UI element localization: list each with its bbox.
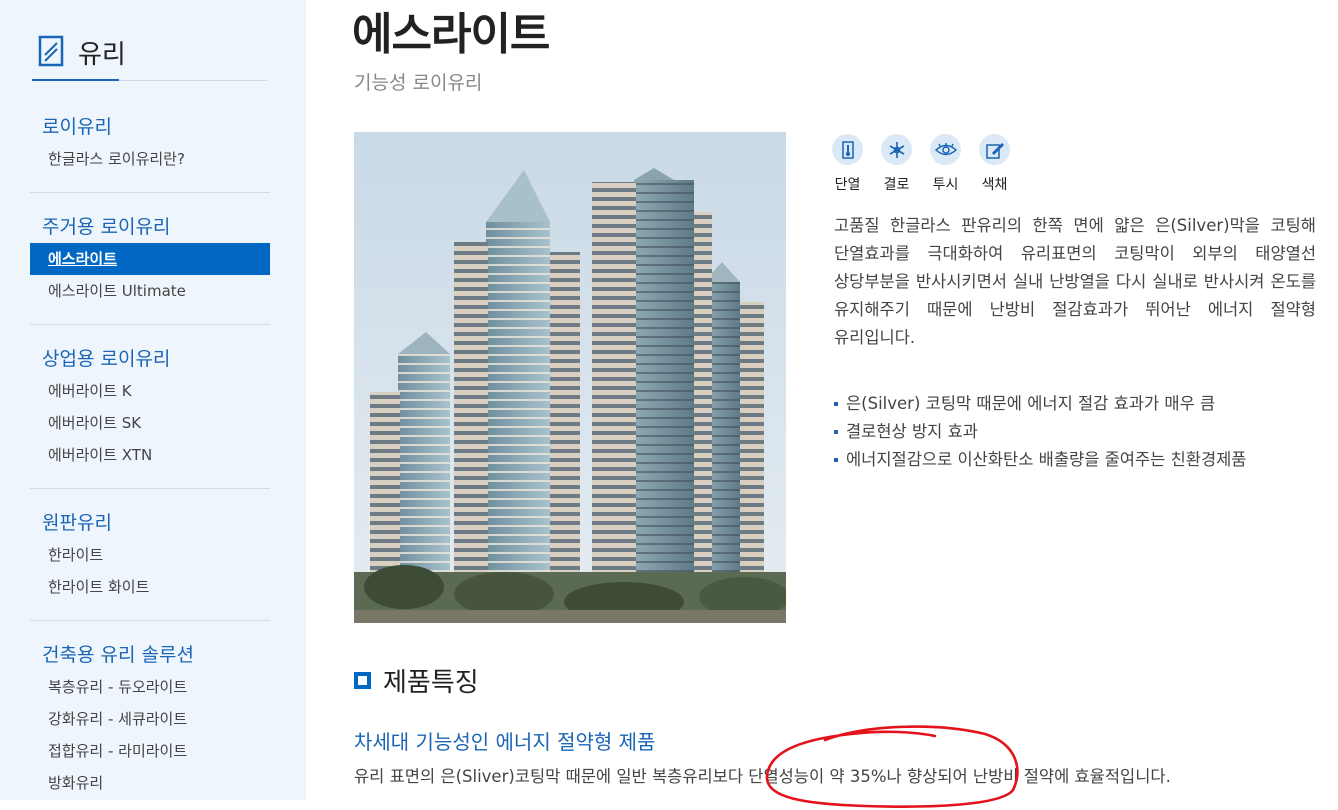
snowflake-icon xyxy=(881,134,912,165)
sidebar-section-solutions: 건축용 유리 솔루션 복층유리 - 듀오라이트 강화유리 - 세큐라이트 접합유… xyxy=(30,639,270,799)
page-title: 에스라이트 xyxy=(352,9,550,60)
sidebar-section-commercial: 상업용 로이유리 에버라이트 K 에버라이트 SK 에버라이트 XTN xyxy=(30,343,270,471)
feature-icons: 단열 결로 투시 색채 xyxy=(832,134,1010,194)
sidebar-category-commercial[interactable]: 상업용 로이유리 xyxy=(30,343,270,375)
glass-pane-icon xyxy=(38,35,64,67)
square-bullet-icon xyxy=(354,672,371,689)
sidebar-divider xyxy=(30,620,270,621)
feature-label: 결로 xyxy=(883,177,910,193)
page-subtitle: 기능성 로이유리 xyxy=(354,72,483,94)
features-heading: 제품특징 xyxy=(354,662,479,699)
product-description: 고품질 한글라스 판유리의 한쪽 면에 얇은 은(Silver)막을 코팅해 단… xyxy=(834,216,1316,347)
sidebar-title: 유리 xyxy=(78,40,126,70)
sidebar-item-eslite-ultimate[interactable]: 에스라이트 Ultimate xyxy=(30,275,270,307)
feature-color: 색채 xyxy=(979,134,1010,194)
sidebar-header: 유리 xyxy=(32,32,267,81)
product-photo xyxy=(354,132,786,623)
sidebar-divider xyxy=(30,324,270,325)
sidebar-header-underline xyxy=(32,79,119,81)
sidebar-item-hanlite-white[interactable]: 한라이트 화이트 xyxy=(30,571,270,603)
thermometer-icon xyxy=(832,134,863,165)
list-item: 결로현상 방지 효과 xyxy=(834,418,1246,446)
list-item: 은(Silver) 코팅막 때문에 에너지 절감 효과가 매우 큼 xyxy=(834,390,1246,418)
features-subheading: 차세대 기능성인 에너지 절약형 제품 xyxy=(354,730,656,754)
feature-label: 단열 xyxy=(834,177,861,193)
sidebar-section-low-e: 로이유리 한글라스 로이유리란? xyxy=(30,111,270,175)
sidebar-section-float-glass: 원판유리 한라이트 한라이트 화이트 xyxy=(30,507,270,603)
feature-label: 투시 xyxy=(932,177,959,193)
sidebar-category-residential[interactable]: 주거용 로이유리 xyxy=(30,211,270,243)
sidebar-item-everlite-xtn[interactable]: 에버라이트 XTN xyxy=(30,439,270,471)
feature-insulation: 단열 xyxy=(832,134,863,194)
sidebar-item-everlite-k[interactable]: 에버라이트 K xyxy=(30,375,270,407)
feature-condensation: 결로 xyxy=(881,134,912,194)
features-heading-text: 제품특징 xyxy=(383,668,479,698)
sidebar-item-securite[interactable]: 강화유리 - 세큐라이트 xyxy=(30,703,270,735)
sidebar-divider xyxy=(30,488,270,489)
sidebar-category-low-e[interactable]: 로이유리 xyxy=(30,111,270,143)
sidebar-item-everlite-sk[interactable]: 에버라이트 SK xyxy=(30,407,270,439)
feature-label: 색채 xyxy=(981,177,1008,193)
sidebar-category-solutions[interactable]: 건축용 유리 솔루션 xyxy=(30,639,270,671)
building-photo-illustration xyxy=(354,132,786,623)
brush-icon xyxy=(979,134,1010,165)
benefit-list: 은(Silver) 코팅막 때문에 에너지 절감 효과가 매우 큼 결로현상 방… xyxy=(834,390,1246,474)
feature-visibility: 투시 xyxy=(930,134,961,194)
sidebar-item-fire-glass[interactable]: 방화유리 xyxy=(30,767,270,799)
sidebar-divider xyxy=(30,192,270,193)
features-body-text: 유리 표면의 은(Sliver)코팅막 때문에 일반 복층유리보다 단열성능이 … xyxy=(354,767,1171,786)
eye-icon xyxy=(930,134,961,165)
sidebar-item-hanlite[interactable]: 한라이트 xyxy=(30,539,270,571)
sidebar-item-about-low-e[interactable]: 한글라스 로이유리란? xyxy=(30,143,270,175)
sidebar-item-duolite[interactable]: 복층유리 - 듀오라이트 xyxy=(30,671,270,703)
sidebar-item-lamilite[interactable]: 접합유리 - 라미라이트 xyxy=(30,735,270,767)
list-item: 에너지절감으로 이산화탄소 배출량을 줄여주는 친환경제품 xyxy=(834,446,1246,474)
sidebar-section-residential: 주거용 로이유리 에스라이트 에스라이트 Ultimate xyxy=(30,211,270,307)
sidebar-category-float-glass[interactable]: 원판유리 xyxy=(30,507,270,539)
sidebar-item-eslite[interactable]: 에스라이트 xyxy=(30,243,270,275)
sidebar: 유리 로이유리 한글라스 로이유리란? 주거용 로이유리 에스라이트 에스라이트… xyxy=(0,0,306,800)
